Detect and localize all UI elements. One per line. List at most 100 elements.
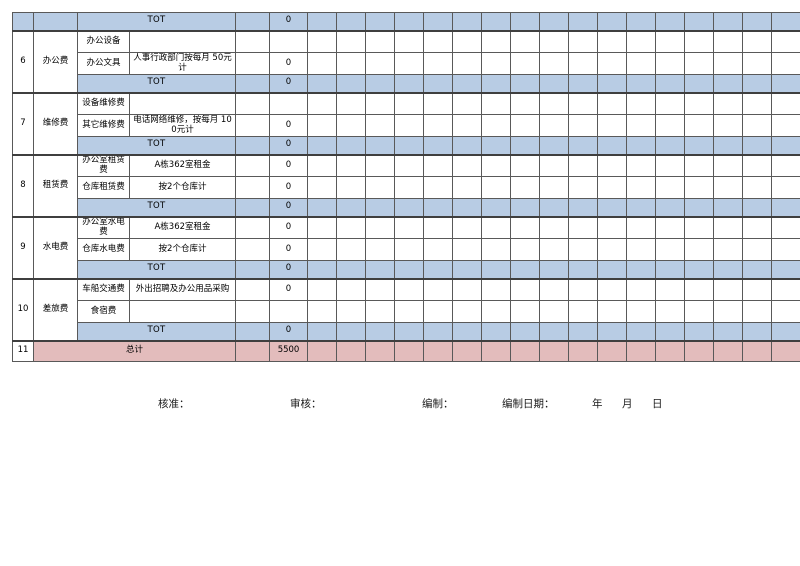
item-month-cell-7[interactable] (481, 277, 512, 301)
item-blank-cell[interactable] (235, 91, 271, 115)
item-month-cell-12[interactable] (626, 114, 657, 137)
item-month-cell-11[interactable] (597, 215, 628, 239)
item-month-cell-12[interactable] (626, 91, 657, 115)
item-month-cell-12[interactable] (626, 238, 657, 261)
partial-blank-cell[interactable] (235, 12, 271, 31)
grand-total-month-cell-3[interactable] (365, 339, 396, 362)
item-month-cell-5[interactable] (423, 238, 454, 261)
section-total-month-cell-3[interactable] (365, 322, 396, 341)
section-total-month-cell-7[interactable] (481, 198, 512, 217)
item-amount[interactable]: 0 (269, 238, 309, 261)
section-total-month-cell-14[interactable] (684, 74, 715, 93)
grand-total-blank[interactable] (235, 339, 271, 362)
section-total-month-cell-6[interactable] (452, 260, 483, 279)
section-total-month-cell-9[interactable] (539, 322, 570, 341)
item-month-cell-16[interactable] (742, 300, 773, 323)
budget-table[interactable]: TOT 0 6 办公费 办公设备 办公文具 人事行政部门按每月 50元计 0 TOT 0 7 维修费设… (12, 12, 800, 362)
section-total-amount[interactable]: 0 (269, 136, 309, 155)
section-total-month-cell-14[interactable] (684, 322, 715, 341)
item-month-cell-14[interactable] (684, 238, 715, 261)
item-month-cell-17[interactable] (771, 300, 800, 323)
section-total-month-cell-17[interactable] (771, 198, 800, 217)
item-month-cell-9[interactable] (539, 176, 570, 199)
item-month-cell-2[interactable] (336, 52, 367, 75)
section-total-month-cell-4[interactable] (394, 74, 425, 93)
item-month-cell-14[interactable] (684, 29, 715, 53)
section-total-month-cell-8[interactable] (510, 136, 541, 155)
section-total-month-cell-16[interactable] (742, 136, 773, 155)
section-total-month-cell-10[interactable] (568, 74, 599, 93)
item-month-cell-11[interactable] (597, 29, 628, 53)
partial-month-cell-16[interactable] (742, 12, 773, 31)
item-amount[interactable]: 0 (269, 176, 309, 199)
item-month-cell-9[interactable] (539, 153, 570, 177)
item-month-cell-7[interactable] (481, 29, 512, 53)
item-subcategory[interactable]: 仓库租赁费 (77, 176, 130, 199)
item-month-cell-5[interactable] (423, 300, 454, 323)
item-month-cell-3[interactable] (365, 91, 396, 115)
section-total-month-cell-5[interactable] (423, 198, 454, 217)
partial-month-cell-2[interactable] (336, 12, 367, 31)
item-month-cell-17[interactable] (771, 277, 800, 301)
grand-total-amount[interactable]: 5500 (269, 339, 309, 362)
section-total-month-cell-9[interactable] (539, 260, 570, 279)
item-month-cell-11[interactable] (597, 91, 628, 115)
item-month-cell-16[interactable] (742, 114, 773, 137)
item-month-cell-5[interactable] (423, 277, 454, 301)
item-month-cell-8[interactable] (510, 52, 541, 75)
section-total-month-cell-10[interactable] (568, 136, 599, 155)
item-month-cell-12[interactable] (626, 215, 657, 239)
section-total-month-cell-8[interactable] (510, 260, 541, 279)
item-month-cell-15[interactable] (713, 91, 744, 115)
section-total-month-cell-11[interactable] (597, 260, 628, 279)
section-total-blank[interactable] (235, 136, 271, 155)
item-month-cell-5[interactable] (423, 91, 454, 115)
item-month-cell-9[interactable] (539, 300, 570, 323)
item-subcategory[interactable]: 设备维修费 (77, 91, 130, 115)
item-description[interactable]: 按2个仓库计 (128, 238, 237, 261)
section-total-month-cell-4[interactable] (394, 260, 425, 279)
section-total-month-cell-9[interactable] (539, 198, 570, 217)
section-total-month-cell-4[interactable] (394, 136, 425, 155)
section-total-amount[interactable]: 0 (269, 74, 309, 93)
item-month-cell-6[interactable] (452, 29, 483, 53)
item-month-cell-3[interactable] (365, 176, 396, 199)
partial-month-cell-4[interactable] (394, 12, 425, 31)
item-month-cell-2[interactable] (336, 215, 367, 239)
partial-month-cell-7[interactable] (481, 12, 512, 31)
item-month-cell-14[interactable] (684, 153, 715, 177)
section-total-blank[interactable] (235, 260, 271, 279)
grand-total-month-cell-6[interactable] (452, 339, 483, 362)
section-total-month-cell-1[interactable] (307, 136, 338, 155)
item-month-cell-8[interactable] (510, 153, 541, 177)
item-month-cell-13[interactable] (655, 300, 686, 323)
item-month-cell-11[interactable] (597, 176, 628, 199)
item-month-cell-13[interactable] (655, 52, 686, 75)
item-blank-cell[interactable] (235, 52, 271, 75)
section-total-month-cell-1[interactable] (307, 260, 338, 279)
item-month-cell-1[interactable] (307, 114, 338, 137)
item-month-cell-3[interactable] (365, 238, 396, 261)
item-month-cell-13[interactable] (655, 176, 686, 199)
item-blank-cell[interactable] (235, 238, 271, 261)
item-month-cell-15[interactable] (713, 153, 744, 177)
section-total-month-cell-9[interactable] (539, 136, 570, 155)
item-description[interactable] (128, 29, 237, 53)
partial-month-cell-8[interactable] (510, 12, 541, 31)
item-month-cell-17[interactable] (771, 91, 800, 115)
section-total-month-cell-13[interactable] (655, 136, 686, 155)
item-month-cell-3[interactable] (365, 114, 396, 137)
section-total-month-cell-12[interactable] (626, 74, 657, 93)
section-total-month-cell-8[interactable] (510, 198, 541, 217)
item-month-cell-11[interactable] (597, 114, 628, 137)
section-total-month-cell-15[interactable] (713, 322, 744, 341)
item-month-cell-12[interactable] (626, 52, 657, 75)
item-month-cell-15[interactable] (713, 215, 744, 239)
item-month-cell-10[interactable] (568, 114, 599, 137)
item-month-cell-17[interactable] (771, 29, 800, 53)
item-month-cell-15[interactable] (713, 277, 744, 301)
item-month-cell-1[interactable] (307, 300, 338, 323)
section-total-month-cell-7[interactable] (481, 74, 512, 93)
item-description[interactable] (128, 91, 237, 115)
section-total-month-cell-4[interactable] (394, 198, 425, 217)
